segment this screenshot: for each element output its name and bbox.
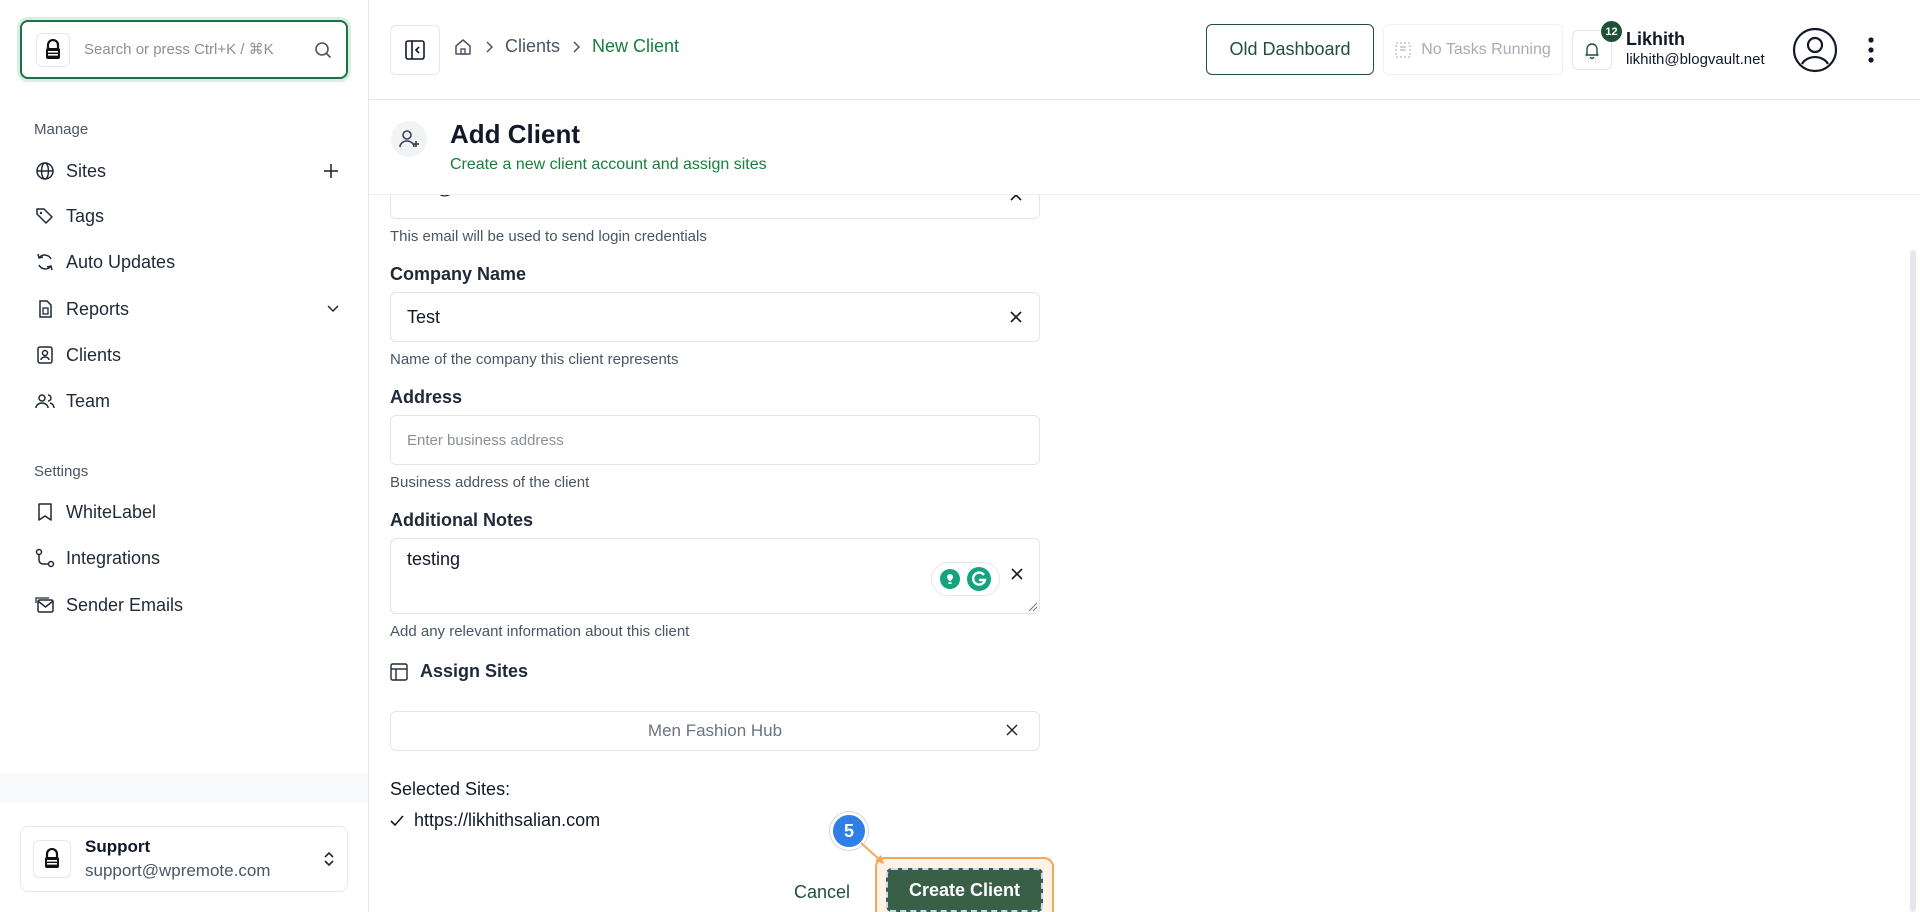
company-name-label: Company Name bbox=[390, 264, 527, 284]
page-title: Add Client bbox=[450, 119, 580, 149]
chevron-up-down-icon bbox=[323, 850, 335, 868]
assign-sites-select[interactable]: Men Fashion Hub bbox=[390, 711, 1040, 751]
notification-count-badge: 12 bbox=[1601, 21, 1622, 42]
sidebar-collapse-icon bbox=[404, 39, 426, 61]
sidebar-item-sender-emails[interactable]: Sender Emails bbox=[34, 587, 339, 623]
settings-section-label: Settings bbox=[34, 463, 89, 480]
cancel-button[interactable]: Cancel bbox=[780, 872, 864, 912]
address-field[interactable]: Enter business address bbox=[390, 415, 1040, 465]
sidebar-toggle-button[interactable] bbox=[390, 25, 440, 75]
notes-help-text: Add any relevant information about this … bbox=[390, 623, 690, 640]
sidebar-item-sites[interactable]: Sites bbox=[34, 153, 339, 189]
avatar[interactable] bbox=[1791, 26, 1839, 74]
sidebar: Manage Sites Tags Auto Updates Reports C… bbox=[0, 0, 369, 912]
chevron-right-icon bbox=[485, 40, 493, 53]
step-arrow-icon bbox=[860, 842, 884, 864]
address-help-text: Business address of the client bbox=[390, 474, 590, 491]
tag-icon bbox=[34, 205, 56, 227]
report-icon bbox=[34, 298, 56, 320]
company-name-value: Test bbox=[407, 306, 441, 327]
page-subtitle: Create a new client account and assign s… bbox=[450, 156, 767, 173]
layout-icon bbox=[390, 662, 408, 681]
tasks-status-label: No Tasks Running bbox=[1421, 40, 1551, 58]
support-email: support@wpremote.com bbox=[85, 861, 271, 880]
clear-notes-icon[interactable] bbox=[1010, 567, 1024, 581]
scrollbar[interactable] bbox=[1910, 250, 1916, 912]
refresh-icon bbox=[34, 251, 56, 273]
logo-icon bbox=[33, 840, 71, 878]
selected-site-item: https://likhithsalian.com bbox=[390, 810, 600, 831]
address-placeholder: Enter business address bbox=[407, 431, 564, 449]
bell-icon bbox=[1583, 41, 1601, 59]
sidebar-footer-band bbox=[0, 773, 368, 803]
chevron-right-icon bbox=[572, 40, 581, 53]
user-name: Likhith bbox=[1626, 29, 1685, 49]
sidebar-item-integrations[interactable]: Integrations bbox=[34, 540, 339, 576]
sidebar-item-label: Integrations bbox=[66, 547, 161, 568]
more-options-icon[interactable] bbox=[1859, 30, 1883, 70]
page-header: Add Client Create a new client account a… bbox=[369, 101, 1920, 195]
mail-icon bbox=[34, 594, 56, 616]
selected-site-url: https://likhithsalian.com bbox=[414, 810, 601, 830]
company-help-text: Name of the company this client represen… bbox=[390, 351, 679, 368]
sidebar-item-label: Clients bbox=[66, 344, 122, 365]
team-icon bbox=[34, 390, 56, 412]
sidebar-item-auto-updates[interactable]: Auto Updates bbox=[34, 244, 339, 280]
sidebar-item-team[interactable]: Team bbox=[34, 383, 339, 419]
support-account-switcher[interactable]: Support support@wpremote.com bbox=[20, 826, 348, 892]
globe-icon bbox=[34, 160, 56, 182]
tasks-status-button[interactable]: No Tasks Running bbox=[1383, 24, 1563, 75]
user-email: likhith@blogvault.net bbox=[1626, 51, 1765, 68]
sidebar-item-whitelabel[interactable]: WhiteLabel bbox=[34, 494, 339, 530]
tasks-icon bbox=[1395, 41, 1411, 58]
breadcrumb-current: New Client bbox=[592, 36, 680, 56]
resize-handle-icon[interactable] bbox=[1028, 602, 1038, 612]
clients-icon bbox=[34, 344, 56, 366]
address-label: Address bbox=[390, 387, 463, 407]
company-name-field[interactable]: Test bbox=[390, 292, 1040, 342]
notes-label: Additional Notes bbox=[390, 510, 533, 530]
sidebar-item-label: Reports bbox=[66, 298, 130, 319]
home-icon[interactable] bbox=[453, 37, 473, 57]
support-name: Support bbox=[85, 837, 151, 856]
add-site-plus-icon[interactable] bbox=[323, 163, 339, 179]
assign-sites-selected-value: Men Fashion Hub bbox=[647, 721, 783, 740]
selected-sites-label: Selected Sites: bbox=[390, 779, 511, 799]
sidebar-item-reports[interactable]: Reports bbox=[34, 291, 339, 327]
sidebar-item-clients[interactable]: Clients bbox=[34, 337, 339, 373]
sidebar-item-label: Sender Emails bbox=[66, 594, 184, 615]
add-user-icon bbox=[391, 121, 427, 157]
sidebar-item-label: Sites bbox=[66, 160, 107, 181]
top-bar: Clients New Client Old Dashboard No Task… bbox=[369, 0, 1920, 100]
manage-section-label: Manage bbox=[34, 121, 89, 138]
integrations-icon bbox=[34, 547, 56, 569]
breadcrumb: Clients New Client bbox=[453, 36, 679, 57]
old-dashboard-button[interactable]: Old Dashboard bbox=[1206, 24, 1374, 75]
notes-value: testing bbox=[407, 549, 461, 569]
bookmark-icon bbox=[34, 501, 56, 523]
search-icon[interactable] bbox=[314, 41, 332, 59]
search-input[interactable] bbox=[84, 41, 304, 58]
create-client-button[interactable]: Create Client bbox=[886, 868, 1043, 912]
grammarly-icon bbox=[966, 566, 992, 592]
sidebar-item-tags[interactable]: Tags bbox=[34, 198, 339, 234]
search-box[interactable] bbox=[20, 20, 348, 79]
lightbulb-icon bbox=[939, 568, 961, 590]
sidebar-item-label: WhiteLabel bbox=[66, 501, 157, 522]
clear-company-icon[interactable] bbox=[1009, 310, 1023, 324]
clear-site-icon[interactable] bbox=[1005, 723, 1019, 737]
sidebar-item-label: Auto Updates bbox=[66, 251, 176, 272]
sidebar-item-label: Tags bbox=[66, 205, 105, 226]
breadcrumb-clients-link[interactable]: Clients bbox=[505, 36, 560, 57]
grammarly-widget[interactable] bbox=[931, 562, 1000, 596]
assign-sites-label: Assign Sites bbox=[420, 661, 529, 681]
logo-icon bbox=[36, 32, 70, 67]
email-help-text: This email will be used to send login cr… bbox=[390, 228, 707, 245]
check-icon bbox=[390, 814, 404, 827]
sidebar-item-label: Team bbox=[66, 390, 111, 411]
chevron-down-icon[interactable] bbox=[327, 305, 339, 313]
assign-sites-heading: Assign Sites bbox=[390, 661, 528, 682]
